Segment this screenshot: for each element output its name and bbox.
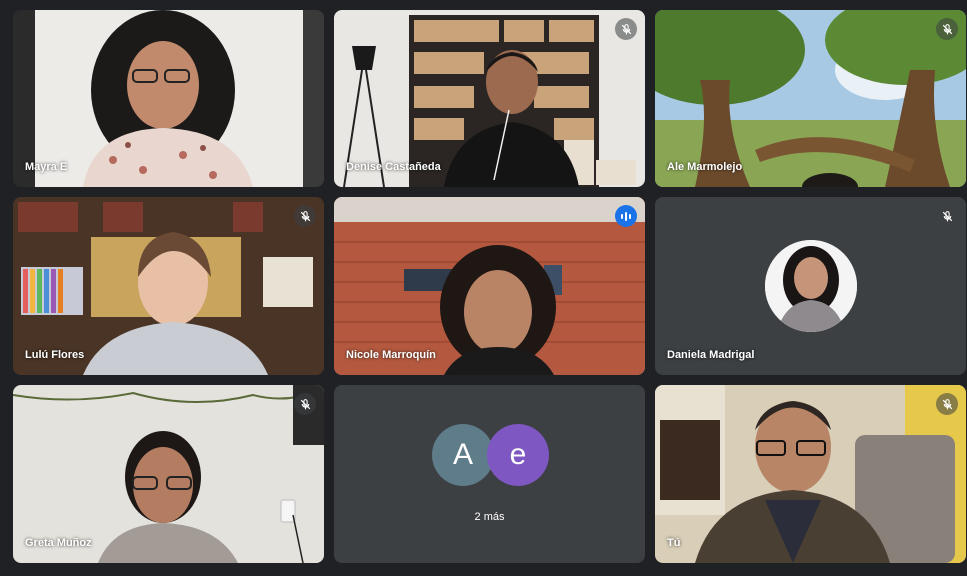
mic-off-icon (936, 393, 958, 415)
participant-name: Daniela Madrigal (667, 349, 755, 361)
participant-name: Lulú Flores (25, 349, 85, 361)
overflow-count-label: 2 más (474, 511, 505, 523)
mic-off-icon (294, 393, 316, 415)
avatar: e (487, 424, 549, 486)
mic-off-icon (936, 18, 958, 40)
mic-off-icon (615, 18, 637, 40)
overflow-participants-tile[interactable]: A e 2 más (334, 385, 645, 563)
participant-tile-self[interactable]: Tú (655, 385, 966, 563)
participant-name: Ale Marmolejo (667, 161, 743, 173)
participant-tile-greta[interactable]: Greta Muñoz (13, 385, 324, 563)
participant-tile-lulu[interactable]: Lulú Flores (13, 197, 324, 375)
participant-name: Tú (667, 537, 681, 549)
participant-name: Mayra E (25, 161, 68, 173)
participant-name: Denise Castañeda (346, 161, 441, 173)
participant-name: Nicole Marroquín (346, 349, 436, 361)
participant-tile-daniela[interactable]: Daniela Madrigal (655, 197, 966, 375)
video-feed (655, 385, 966, 563)
audio-level-icon (615, 205, 637, 227)
participant-tile-ale[interactable]: Ale Marmolejo (655, 10, 966, 187)
mic-off-icon (936, 205, 958, 227)
mic-off-icon (294, 205, 316, 227)
participant-name: Greta Muñoz (25, 537, 92, 549)
avatar: A (432, 424, 494, 486)
participant-tile-mayra[interactable]: Mayra E (13, 10, 324, 187)
participant-tile-nicole[interactable]: Nicole Marroquín (334, 197, 645, 375)
participant-tile-denise[interactable]: Denise Castañeda (334, 10, 645, 187)
avatar (765, 240, 857, 332)
